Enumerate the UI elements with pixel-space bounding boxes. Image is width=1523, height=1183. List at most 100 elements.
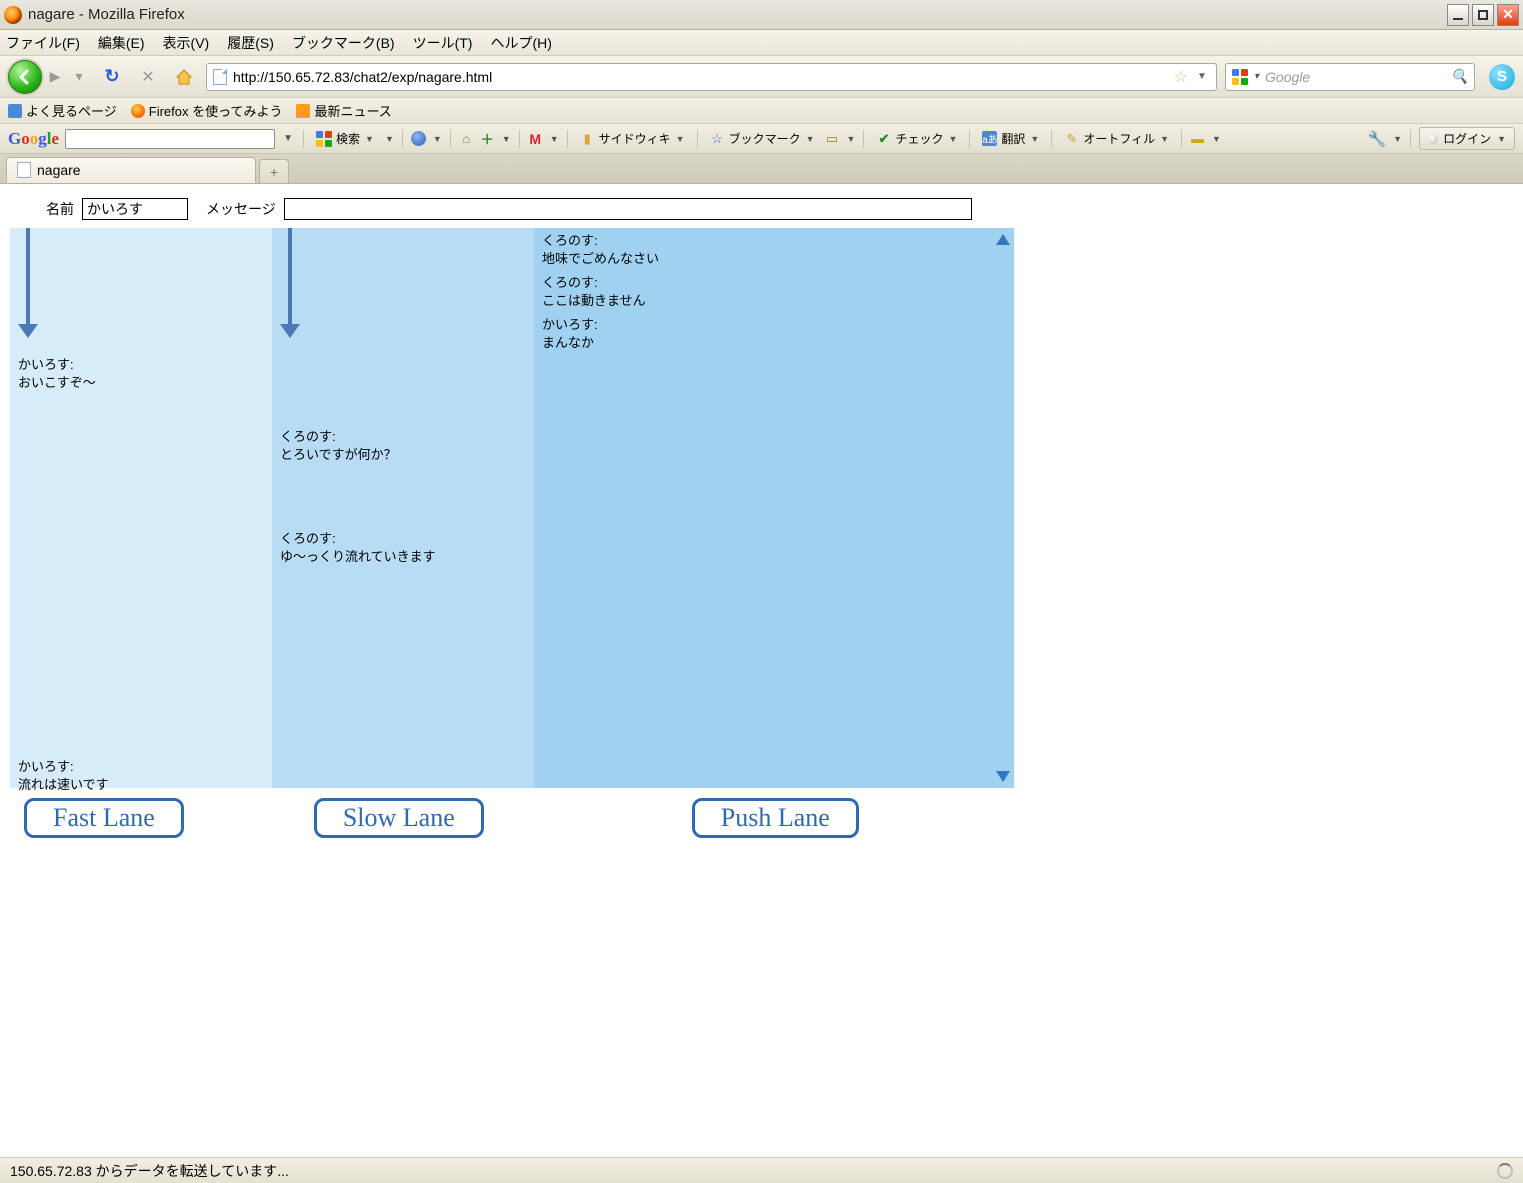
menu-history[interactable]: 履歴(S) bbox=[227, 33, 274, 53]
chat-message: かいろす: 流れは速いです bbox=[18, 758, 109, 793]
arrow-left-icon bbox=[17, 69, 33, 85]
fast-lane-label: Fast Lane bbox=[24, 798, 184, 838]
home-button[interactable] bbox=[174, 67, 194, 87]
gt-bookmark[interactable]: ☆ブックマーク▼ bbox=[706, 130, 819, 147]
url-bar[interactable]: http://150.65.72.83/chat2/exp/nagare.htm… bbox=[206, 63, 1217, 91]
input-row: 名前 メッセージ bbox=[0, 184, 1523, 228]
chat-text: 地味でごめんなさい bbox=[542, 251, 659, 266]
menu-view[interactable]: 表示(V) bbox=[163, 33, 210, 53]
chat-text: まんなか bbox=[542, 335, 594, 350]
menu-tools[interactable]: ツール(T) bbox=[413, 33, 473, 53]
gt-label: 検索 bbox=[336, 130, 360, 147]
home-icon bbox=[175, 68, 193, 86]
chat-text: 流れは速いです bbox=[18, 777, 109, 792]
earth-icon[interactable] bbox=[411, 131, 426, 146]
chat-text: とろいですが何か？ bbox=[280, 447, 397, 462]
gmail-icon[interactable]: M bbox=[528, 131, 543, 146]
bookmark-label: Firefox を使ってみよう bbox=[149, 101, 283, 120]
forward-button[interactable]: ▶ bbox=[44, 66, 66, 88]
menu-bookmarks[interactable]: ブックマーク(B) bbox=[292, 33, 395, 53]
lanes-container: かいろす: おいこすぞ～ かいろす: 流れは速いです くろのす: とろいですが何… bbox=[10, 228, 1523, 788]
pencil-icon: ✎ bbox=[1064, 131, 1079, 146]
chat-user: かいろす: bbox=[542, 316, 598, 334]
close-button[interactable]: ✕ bbox=[1497, 4, 1519, 26]
chat-user: くろのす: bbox=[542, 274, 646, 292]
minimize-button[interactable] bbox=[1447, 4, 1469, 26]
firefox-icon bbox=[4, 6, 22, 24]
scroll-down-icon[interactable] bbox=[996, 771, 1010, 782]
bookmark-most-visited[interactable]: よく見るページ bbox=[8, 101, 117, 120]
bookmark-label: 最新ニュース bbox=[314, 101, 391, 120]
menu-file[interactable]: ファイル(F) bbox=[6, 33, 80, 53]
bookmark-label: よく見るページ bbox=[26, 101, 117, 120]
gt-search-button[interactable]: 検索▼ bbox=[312, 130, 378, 147]
google-toolbar-input-dropdown[interactable]: ▼ bbox=[281, 133, 295, 144]
chat-user: くろのす: bbox=[280, 530, 436, 548]
name-input[interactable] bbox=[82, 198, 188, 220]
page-icon bbox=[17, 162, 31, 178]
search-icon[interactable]: 🔍 bbox=[1451, 68, 1468, 85]
bookmark-try-firefox[interactable]: Firefox を使ってみよう bbox=[131, 101, 283, 120]
google-toolbar-input[interactable] bbox=[65, 129, 275, 149]
menu-help[interactable]: ヘルプ(H) bbox=[490, 33, 551, 53]
back-button[interactable] bbox=[8, 60, 42, 94]
bookmarks-toolbar: よく見るページ Firefox を使ってみよう 最新ニュース bbox=[0, 98, 1523, 124]
search-box[interactable]: ▾ Google 🔍 bbox=[1225, 63, 1475, 91]
gt-check[interactable]: ✔チェック▼ bbox=[872, 130, 961, 147]
down-arrow-icon bbox=[278, 228, 302, 338]
new-tab-button[interactable]: + bbox=[259, 159, 289, 183]
box-icon[interactable]: ▭ bbox=[825, 131, 840, 146]
scroll-up-icon[interactable] bbox=[996, 234, 1010, 245]
chat-message: くろのす: ゆ～っくり流れていきます bbox=[280, 530, 436, 565]
chat-message: くろのす: ここは動きません bbox=[542, 274, 646, 309]
gt-sidewiki[interactable]: ▮サイドウィキ▼ bbox=[576, 130, 689, 147]
status-bar: 150.65.72.83 からデータを転送しています... bbox=[0, 1157, 1523, 1183]
chat-user: くろのす: bbox=[280, 428, 397, 446]
wrench-icon[interactable]: 🔧 bbox=[1367, 130, 1386, 148]
slow-lane: くろのす: とろいですが何か？ くろのす: ゆ～っくり流れていきます bbox=[272, 228, 534, 788]
chat-message: くろのす: とろいですが何か？ bbox=[280, 428, 397, 463]
skype-icon[interactable]: S bbox=[1489, 64, 1515, 90]
chat-text: ここは動きません bbox=[542, 293, 646, 308]
chat-text: ゆ～っくり流れていきます bbox=[280, 549, 436, 564]
bookmark-star-icon[interactable]: ☆ bbox=[1174, 67, 1188, 87]
url-text: http://150.65.72.83/chat2/exp/nagare.htm… bbox=[233, 69, 492, 85]
slow-lane-label: Slow Lane bbox=[314, 798, 484, 838]
gt-more-dropdown[interactable]: ▼ bbox=[385, 134, 394, 144]
history-dropdown[interactable]: ▾ bbox=[68, 66, 90, 88]
window-title: nagare - Mozilla Firefox bbox=[28, 6, 185, 23]
plus-icon[interactable]: ＋ bbox=[480, 131, 495, 146]
menu-edit[interactable]: 編集(E) bbox=[98, 33, 145, 53]
push-lane-label: Push Lane bbox=[692, 798, 859, 838]
gt-label: 翻訳 bbox=[1001, 130, 1025, 147]
message-input[interactable] bbox=[284, 198, 972, 220]
tab-nagare[interactable]: nagare bbox=[6, 157, 256, 183]
fast-lane: かいろす: おいこすぞ～ かいろす: 流れは速いです bbox=[10, 228, 272, 788]
status-text: 150.65.72.83 からデータを転送しています... bbox=[10, 1161, 289, 1181]
firefox-icon bbox=[131, 104, 145, 118]
chat-message: かいろす: まんなか bbox=[542, 316, 598, 351]
push-lane: くろのす: 地味でごめんなさい くろのす: ここは動きません かいろす: まんな… bbox=[534, 228, 1014, 788]
folder-icon bbox=[8, 104, 22, 118]
bookmark-latest-news[interactable]: 最新ニュース bbox=[296, 101, 391, 120]
google-toolbar: Google ▼ 検索▼ ▼ ▼ ⌂ ＋▼ M▼ ▮サイドウィキ▼ ☆ブックマー… bbox=[0, 124, 1523, 154]
house-icon[interactable]: ⌂ bbox=[459, 131, 474, 146]
note-icon: ▮ bbox=[580, 131, 595, 146]
google-logo: Google bbox=[8, 129, 59, 149]
google-icon bbox=[316, 131, 332, 147]
gt-label: オートフィル bbox=[1083, 130, 1155, 147]
throbber-icon bbox=[1497, 1163, 1513, 1179]
reload-button[interactable]: ↻ bbox=[102, 67, 122, 87]
stop-button[interactable]: ✕ bbox=[138, 67, 158, 87]
star-icon: ☆ bbox=[710, 131, 725, 146]
url-dropdown[interactable]: ▼ bbox=[1194, 71, 1210, 82]
gt-login-button[interactable]: ログイン▼ bbox=[1419, 127, 1515, 150]
lane-labels: Fast Lane Slow Lane Push Lane bbox=[10, 798, 1523, 838]
gt-autofill[interactable]: ✎オートフィル▼ bbox=[1060, 130, 1173, 147]
gt-translate[interactable]: aあ翻訳▼ bbox=[978, 130, 1043, 147]
maximize-button[interactable] bbox=[1472, 4, 1494, 26]
message-label: メッセージ bbox=[206, 199, 276, 219]
gt-label: サイドウィキ bbox=[599, 130, 671, 147]
highlighter-icon[interactable]: ▬ bbox=[1190, 131, 1205, 146]
page-icon bbox=[213, 69, 227, 85]
